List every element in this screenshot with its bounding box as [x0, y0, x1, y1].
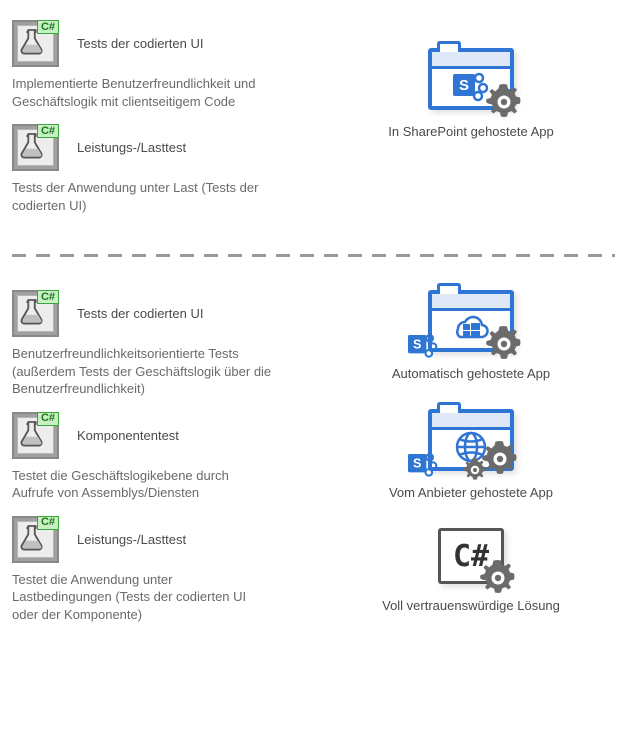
- csharp-badge-icon: C#: [37, 412, 59, 426]
- gears-icon: [480, 439, 520, 479]
- top-section: C# Tests der codierten UI Implementierte…: [12, 20, 615, 228]
- provider-hosted-app-icon: [428, 409, 514, 471]
- test-title: Komponententest: [77, 428, 179, 443]
- test-description: Testet die Anwendung unter Lastbedingung…: [12, 571, 272, 624]
- top-tests-column: C# Tests der codierten UI Implementierte…: [12, 20, 297, 228]
- auto-hosted-app-icon: [428, 290, 514, 352]
- gear-icon: [484, 82, 524, 122]
- app-block: Vom Anbieter gehostete App: [389, 409, 553, 500]
- csharp-badge-icon: C#: [37, 290, 59, 304]
- test-description: Testet die Geschäftslogikebene durch Auf…: [12, 467, 272, 502]
- app-block: C# Voll vertrauenswürdige Lösung: [382, 528, 560, 613]
- app-block: Automatisch gehostete App: [392, 290, 550, 381]
- full-trust-solution-icon: C#: [438, 528, 504, 584]
- gear-icon: [478, 558, 518, 598]
- coded-ui-test-icon: C#: [12, 20, 59, 67]
- sharepoint-hosted-app-icon: [428, 48, 514, 110]
- load-test-icon: C#: [12, 124, 59, 171]
- test-header: C# Komponententest: [12, 412, 297, 459]
- test-title: Tests der codierten UI: [77, 306, 203, 321]
- coded-ui-test-icon: C#: [12, 290, 59, 337]
- test-block: C# Leistungs-/Lasttest Testet die Anwend…: [12, 516, 297, 624]
- test-title: Tests der codierten UI: [77, 36, 203, 51]
- csharp-badge-icon: C#: [37, 516, 59, 530]
- test-title: Leistungs-/Lasttest: [77, 140, 186, 155]
- bottom-tests-column: C# Tests der codierten UI Benutzerfreund…: [12, 290, 297, 637]
- csharp-badge-icon: C#: [37, 20, 59, 34]
- test-header: C# Tests der codierten UI: [12, 20, 297, 67]
- component-test-icon: C#: [12, 412, 59, 459]
- app-label: Vom Anbieter gehostete App: [389, 485, 553, 500]
- bottom-section: C# Tests der codierten UI Benutzerfreund…: [12, 290, 615, 637]
- test-block: C# Tests der codierten UI Implementierte…: [12, 20, 297, 110]
- app-label: Automatisch gehostete App: [392, 366, 550, 381]
- test-description: Implementierte Benutzerfreundlichkeit un…: [12, 75, 272, 110]
- bottom-apps-column: Automatisch gehostete App Vom A: [327, 290, 615, 637]
- test-header: C# Tests der codierten UI: [12, 290, 297, 337]
- test-header: C# Leistungs-/Lasttest: [12, 124, 297, 171]
- sharepoint-badge-icon: [408, 331, 438, 362]
- test-block: C# Komponententest Testet die Geschäftsl…: [12, 412, 297, 502]
- test-header: C# Leistungs-/Lasttest: [12, 516, 297, 563]
- test-block: C# Tests der codierten UI Benutzerfreund…: [12, 290, 297, 398]
- csharp-badge-icon: C#: [37, 124, 59, 138]
- test-description: Benutzerfreundlichkeitsorientierte Tests…: [12, 345, 272, 398]
- sharepoint-badge-icon: [408, 450, 438, 481]
- app-block: In SharePoint gehostete App: [388, 48, 554, 139]
- test-block: C# Leistungs-/Lasttest Tests der Anwendu…: [12, 124, 297, 214]
- test-title: Leistungs-/Lasttest: [77, 532, 186, 547]
- app-label: In SharePoint gehostete App: [388, 124, 554, 139]
- section-divider: [12, 254, 615, 257]
- top-app-column: In SharePoint gehostete App: [327, 20, 615, 228]
- app-label: Voll vertrauenswürdige Lösung: [382, 598, 560, 613]
- test-description: Tests der Anwendung unter Last (Tests de…: [12, 179, 272, 214]
- gear-icon: [484, 324, 524, 364]
- load-test-icon: C#: [12, 516, 59, 563]
